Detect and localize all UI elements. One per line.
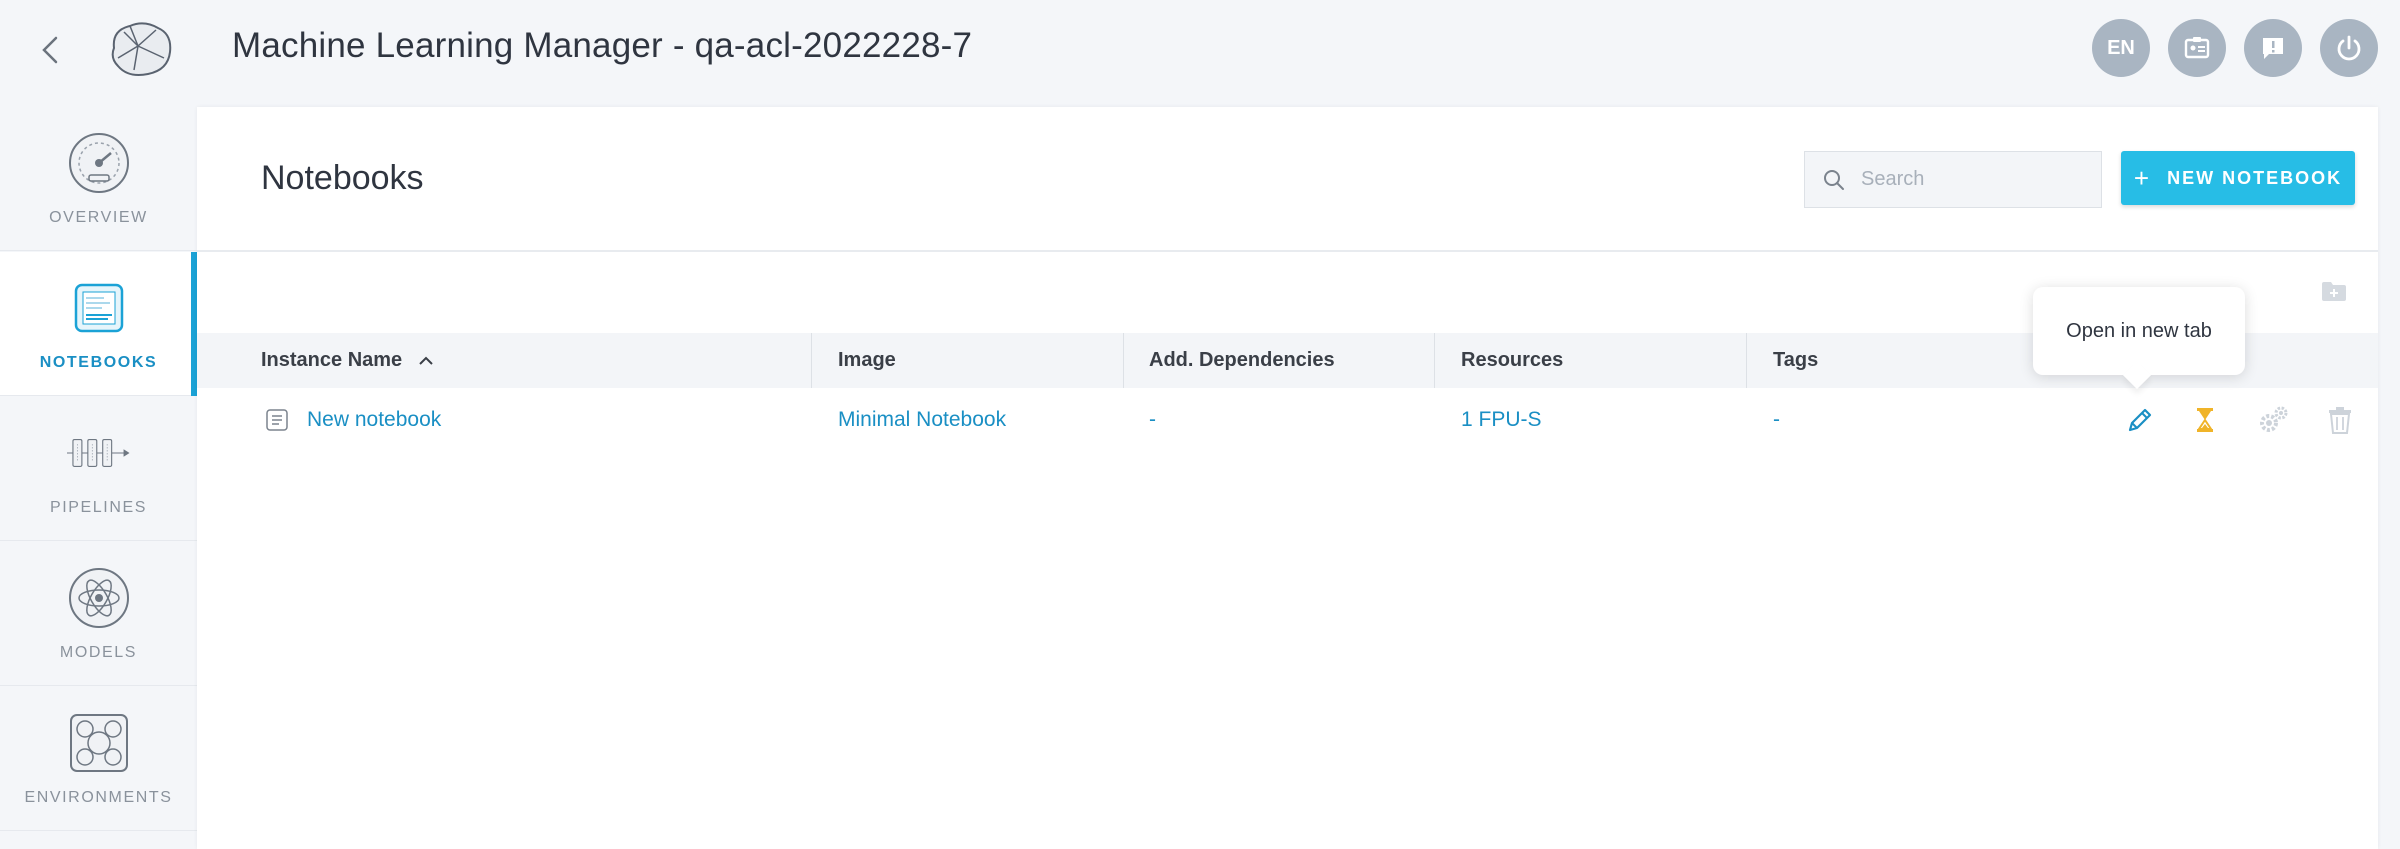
folder-plus-icon	[2322, 282, 2346, 301]
table-row: New notebook Minimal Notebook - 1 FPU-S …	[197, 388, 2378, 452]
new-notebook-label: NEW NOTEBOOK	[2167, 167, 2343, 188]
column-divider	[811, 333, 812, 388]
sidebar-item-pipelines[interactable]: PIPELINES	[0, 397, 197, 541]
column-divider	[1123, 333, 1124, 388]
search-icon	[1824, 169, 1844, 190]
add-folder-button[interactable]	[2321, 280, 2347, 307]
settings-button[interactable]	[2256, 403, 2290, 437]
sidebar-item-environments[interactable]: ENVIRONMENTS	[0, 687, 197, 831]
atom-icon	[68, 568, 129, 628]
main-panel: Notebooks + NEW NOTEBOOK Instance Name I…	[197, 107, 2378, 849]
power-icon	[2337, 35, 2361, 61]
search-box[interactable]	[1804, 151, 2102, 208]
chevron-left-icon	[42, 36, 58, 64]
pending-status-button[interactable]	[2188, 403, 2222, 437]
sidebar-item-overview[interactable]: OVERVIEW	[0, 107, 197, 251]
tags-value[interactable]: -	[1773, 388, 1780, 452]
language-button[interactable]: EN	[2092, 19, 2150, 77]
app-title: Machine Learning Manager - qa-acl-202222…	[232, 26, 973, 65]
top-header: Machine Learning Manager - qa-acl-202222…	[0, 0, 2400, 100]
sidebar-item-label: OVERVIEW	[49, 209, 148, 226]
gears-icon	[2260, 406, 2288, 432]
id-card-button[interactable]	[2168, 19, 2226, 77]
logout-button[interactable]	[2320, 19, 2378, 77]
header-actions: EN	[2092, 19, 2378, 77]
sidebar-item-models[interactable]: MODELS	[0, 542, 197, 686]
sidebar-item-label: NOTEBOOKS	[39, 354, 158, 371]
column-header-resources: Resources	[1461, 349, 1564, 371]
sidebar-item-label: ENVIRONMENTS	[24, 789, 173, 806]
page-title: Notebooks	[261, 159, 424, 197]
app-logo	[104, 18, 176, 80]
sidebar: OVERVIEW NOTEBOOKS PIPELINES MODELS ENVI…	[0, 107, 197, 849]
pencil-icon	[2128, 408, 2152, 432]
plus-icon: +	[2133, 162, 2152, 193]
sidebar-item-notebooks[interactable]: NOTEBOOKS	[0, 252, 197, 396]
column-header-dependencies: Add. Dependencies	[1149, 349, 1335, 371]
pipeline-icon	[66, 439, 130, 467]
panel-header: Notebooks + NEW NOTEBOOK	[197, 107, 2378, 252]
gauge-icon	[68, 133, 129, 193]
notebook-file-icon	[266, 409, 288, 431]
new-notebook-button[interactable]: + NEW NOTEBOOK	[2121, 151, 2355, 205]
dependencies-value[interactable]: -	[1149, 388, 1156, 452]
resources-link[interactable]: 1 FPU-S	[1461, 388, 1542, 452]
open-in-new-tab-tooltip: Open in new tab	[2033, 287, 2245, 375]
delete-button[interactable]	[2323, 403, 2357, 437]
column-header-image: Image	[838, 349, 896, 371]
column-divider	[1746, 333, 1747, 388]
sidebar-item-label: MODELS	[59, 644, 138, 661]
feedback-icon	[2263, 38, 2283, 59]
feedback-button[interactable]	[2244, 19, 2302, 77]
notebook-icon	[74, 283, 123, 333]
column-divider	[1434, 333, 1435, 388]
hourglass-icon	[2197, 408, 2213, 432]
environment-icon	[69, 714, 128, 772]
search-input[interactable]	[1861, 168, 2081, 191]
id-card-icon	[2184, 37, 2210, 59]
notebook-name-link[interactable]: New notebook	[265, 388, 441, 452]
trash-icon	[2329, 407, 2351, 434]
image-link[interactable]: Minimal Notebook	[838, 388, 1006, 452]
chevron-up-icon	[419, 356, 433, 365]
column-header-instance-name[interactable]: Instance Name	[261, 333, 434, 388]
sidebar-item-label: PIPELINES	[49, 499, 148, 516]
back-button[interactable]	[30, 30, 70, 70]
edit-button[interactable]	[2123, 403, 2157, 437]
column-header-tags: Tags	[1773, 349, 1819, 371]
